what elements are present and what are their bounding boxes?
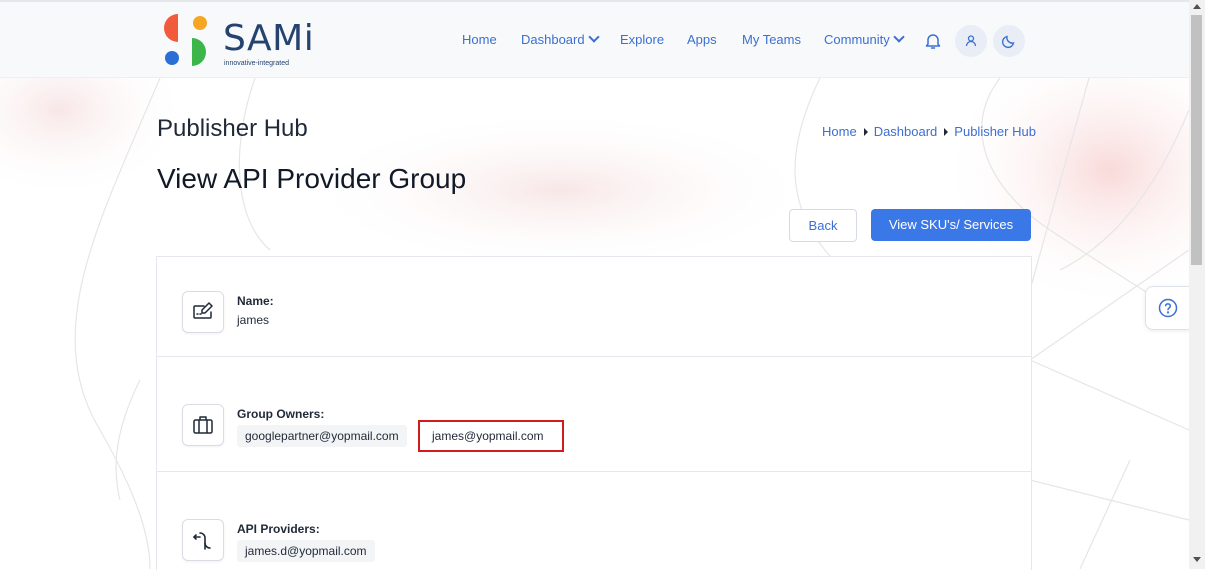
bell-icon[interactable]	[924, 32, 942, 50]
nav-my-teams[interactable]: My Teams	[742, 32, 801, 48]
page-title: Publisher Hub	[157, 115, 308, 142]
profile-button[interactable]	[955, 25, 987, 57]
page-content: Publisher Hub Home Dashboard Publisher Hub…	[0, 0, 1189, 570]
view-skus-services-button[interactable]: View SKU's/ Services	[871, 209, 1031, 241]
briefcase-icon	[182, 404, 224, 446]
top-border	[0, 0, 1189, 2]
help-circle-icon	[1158, 298, 1178, 318]
api-provider-chip: james.d@yopmail.com	[237, 540, 375, 562]
nav-dashboard[interactable]: Dashboard	[521, 31, 600, 48]
scroll-down-arrow-icon[interactable]	[1193, 557, 1201, 562]
name-section: Name: james	[157, 257, 1031, 356]
nav-explore[interactable]: Explore	[620, 32, 664, 48]
nav-community-label: Community	[824, 32, 890, 47]
user-icon	[965, 35, 977, 47]
nav-community[interactable]: Community	[824, 31, 905, 48]
name-label: Name:	[237, 294, 274, 308]
nav-dashboard-label: Dashboard	[521, 32, 585, 47]
nav-home[interactable]: Home	[462, 32, 497, 48]
brand-name: SAMi	[223, 18, 315, 59]
top-navigation-bar: SAMi innovative-integrated Home Dashboar…	[0, 2, 1189, 78]
breadcrumb: Home Dashboard Publisher Hub	[822, 124, 1036, 140]
chevron-down-icon	[587, 31, 600, 43]
breadcrumb-separator-icon	[944, 128, 949, 136]
vertical-scrollbar[interactable]	[1189, 0, 1205, 569]
breadcrumb-separator-icon	[863, 128, 868, 136]
group-owner-chip-highlighted: james@yopmail.com	[418, 420, 564, 452]
group-owner-chip: googlepartner@yopmail.com	[237, 425, 407, 447]
breadcrumb-dashboard[interactable]: Dashboard	[874, 124, 938, 139]
chevron-down-icon	[893, 31, 905, 43]
help-button[interactable]	[1145, 286, 1190, 330]
scrollbar-thumb[interactable]	[1191, 15, 1202, 265]
sami-logo[interactable]: SAMi innovative-integrated	[164, 14, 314, 68]
api-providers-label: API Providers:	[237, 522, 320, 536]
moon-icon	[1001, 35, 1015, 49]
theme-toggle-button[interactable]	[993, 25, 1025, 57]
group-owners-section: Group Owners: googlepartner@yopmail.com …	[157, 357, 1031, 471]
split-arrow-icon	[182, 519, 224, 561]
breadcrumb-home[interactable]: Home	[822, 124, 857, 139]
brand-tagline: innovative-integrated	[224, 60, 289, 67]
sami-logo-mark-icon	[164, 14, 207, 66]
page-subtitle: View API Provider Group	[157, 163, 467, 194]
details-card: Name: james Group Owners: googlepartner@…	[156, 256, 1032, 570]
name-value: james	[237, 313, 270, 327]
group-owners-label: Group Owners:	[237, 407, 325, 421]
breadcrumb-publisher-hub[interactable]: Publisher Hub	[954, 124, 1036, 139]
signature-icon	[182, 291, 224, 333]
back-button[interactable]: Back	[789, 209, 857, 242]
scroll-up-arrow-icon[interactable]	[1193, 4, 1201, 9]
nav-apps[interactable]: Apps	[687, 32, 717, 48]
api-providers-section: API Providers: james.d@yopmail.com	[157, 472, 1031, 570]
